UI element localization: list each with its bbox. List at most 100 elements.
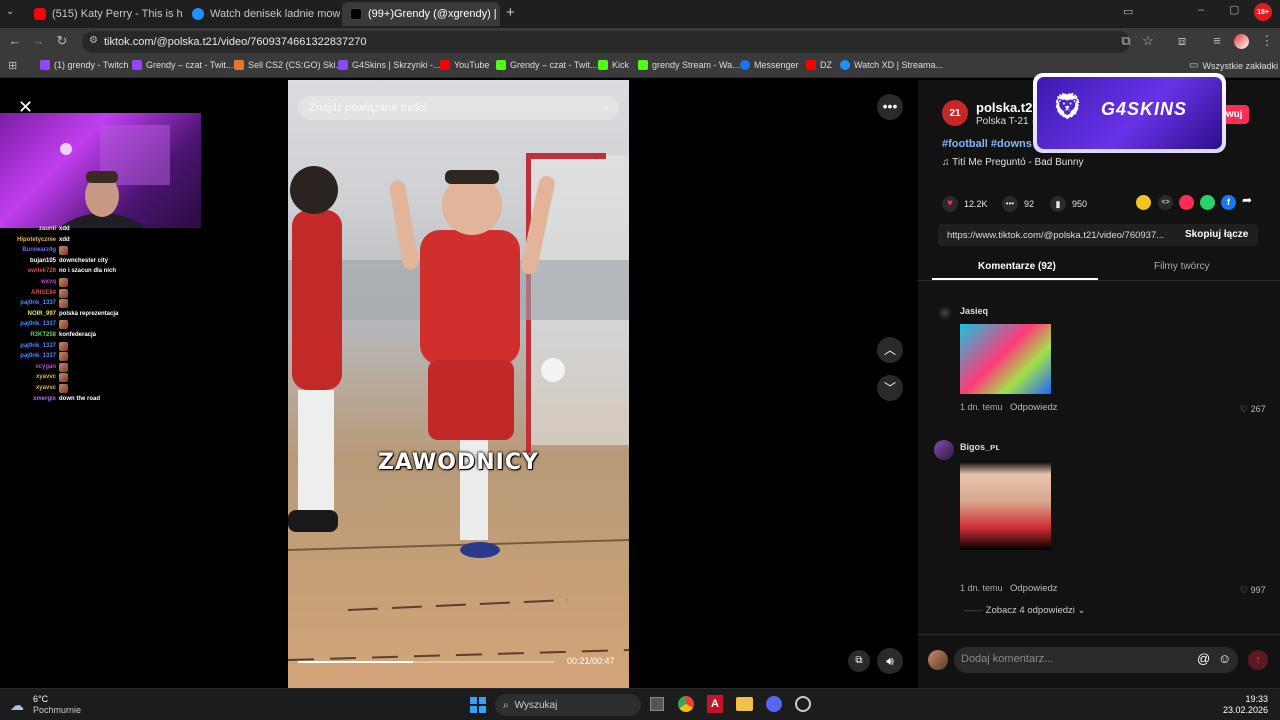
- chat-username[interactable]: bujan105: [0, 256, 59, 267]
- cloud-icon[interactable]: ☁: [10, 697, 24, 714]
- view-replies-button[interactable]: —— Zobacz 4 odpowiedzi ⌄: [964, 605, 1086, 616]
- task-view-icon[interactable]: [650, 697, 664, 711]
- emoji-icon[interactable]: ☺: [1218, 651, 1231, 666]
- comment-image[interactable]: [960, 461, 1051, 550]
- minimize-button[interactable]: –: [1198, 4, 1204, 16]
- author-name[interactable]: polska.t21: [976, 100, 1040, 115]
- weather-temp[interactable]: 6°C: [33, 694, 48, 704]
- chat-username[interactable]: paj0nk_1337: [0, 351, 59, 362]
- app-red-a-icon[interactable]: A: [707, 695, 723, 713]
- tab-creator-videos[interactable]: Filmy twórcy: [1154, 261, 1210, 272]
- bookmark-item[interactable]: (1) grendy - Twitch: [40, 60, 128, 70]
- next-video-button[interactable]: ﹀: [877, 375, 903, 401]
- chat-username[interactable]: R3KT258: [0, 330, 59, 341]
- chat-username[interactable]: paj0nk_1337: [0, 319, 59, 330]
- file-explorer-icon[interactable]: [736, 697, 753, 711]
- tab-search-icon[interactable]: ⌄: [6, 6, 14, 17]
- forward-icon[interactable]: →: [29, 33, 47, 48]
- music-row[interactable]: ♫ Tití Me Preguntó - Bad Bunny: [942, 157, 1083, 168]
- bookmark-item[interactable]: G4Skins | Skrzynki -...: [338, 60, 440, 70]
- bookmark-item[interactable]: Grendy – czat - Twit...: [496, 60, 597, 70]
- tab-katy-perry[interactable]: (515) Katy Perry - This is how w ✕: [26, 2, 182, 26]
- chat-username[interactable]: Hipotetycznie: [0, 235, 59, 246]
- reply-button[interactable]: Odpowiedz: [1010, 402, 1058, 413]
- comment-button[interactable]: ••• 92: [1002, 196, 1034, 212]
- chat-username[interactable]: xyavvc: [0, 372, 59, 383]
- reply-button[interactable]: Odpowiedz: [1010, 583, 1058, 594]
- tab-tiktok-grendy[interactable]: (99+)Grendy (@xgrendy) | 🔊︎ ✕: [342, 2, 500, 26]
- save-button[interactable]: ▮ 950: [1050, 196, 1087, 212]
- chat-username[interactable]: xmergix: [0, 394, 59, 405]
- whatsapp-icon[interactable]: [1200, 195, 1215, 210]
- chrome-icon[interactable]: [678, 696, 694, 712]
- volume-icon[interactable]: 🔊︎: [877, 648, 903, 674]
- bookmark-star-icon[interactable]: ☆: [1139, 33, 1157, 49]
- chat-username[interactable]: owilek728: [0, 266, 59, 277]
- clock-time[interactable]: 19:33: [1230, 694, 1268, 704]
- chat-username[interactable]: ARISE84: [0, 288, 59, 299]
- facebook-icon[interactable]: f: [1221, 195, 1236, 210]
- tab-comments[interactable]: Komentarze (92): [978, 261, 1056, 272]
- site-info-icon[interactable]: ⚙: [89, 35, 98, 46]
- chat-username[interactable]: paj0nk_1337: [0, 298, 59, 309]
- chat-username[interactable]: Buniwarz4g: [0, 245, 59, 256]
- tab-denisek[interactable]: Watch denisek ladnie mowi | St ✕: [184, 2, 340, 26]
- chat-username[interactable]: zaunii: [0, 224, 59, 235]
- like-button[interactable]: ♥ 12.2K: [942, 196, 988, 212]
- chat-username[interactable]: NOIR_997: [0, 309, 59, 320]
- windows-start-icon[interactable]: [470, 697, 486, 713]
- steam-icon[interactable]: [795, 696, 811, 712]
- progress-track[interactable]: [298, 661, 554, 663]
- comment-input[interactable]: Dodaj komentarz... @ ☺: [954, 647, 1238, 673]
- chat-username[interactable]: xcygan: [0, 362, 59, 373]
- reload-icon[interactable]: ↻: [53, 33, 71, 49]
- discord-icon[interactable]: [766, 696, 782, 712]
- media-controls-icon[interactable]: ≡: [1208, 33, 1226, 48]
- extensions-icon[interactable]: ⧈: [1173, 33, 1191, 49]
- clock-date[interactable]: 23.02.2026: [1218, 705, 1268, 715]
- author-avatar[interactable]: 21: [942, 100, 968, 126]
- bookmark-item[interactable]: Kick: [598, 60, 629, 70]
- comment-author[interactable]: Jasieq: [960, 306, 988, 316]
- share-icon[interactable]: ➦: [1242, 193, 1252, 207]
- bookmark-item[interactable]: Messenger: [740, 60, 799, 70]
- pip-icon[interactable]: ⧉: [848, 650, 870, 672]
- chat-username[interactable]: wxvq: [0, 277, 59, 288]
- weather-condition[interactable]: Pochmurnie: [33, 705, 81, 715]
- related-search-input[interactable]: Znajdź powiązane treści ⌕: [298, 96, 619, 120]
- embed-icon[interactable]: <>: [1158, 195, 1173, 210]
- back-icon[interactable]: ←: [6, 33, 24, 48]
- bookmark-item[interactable]: Grendy – czat - Twit...: [132, 60, 233, 70]
- coin-icon[interactable]: [1136, 195, 1151, 210]
- send-icon[interactable]: [1179, 195, 1194, 210]
- new-tab-button[interactable]: +: [506, 4, 515, 21]
- profile-avatar[interactable]: [1234, 34, 1249, 49]
- maximize-button[interactable]: ▢: [1229, 3, 1239, 16]
- apps-grid-icon[interactable]: ⊞: [8, 59, 17, 72]
- chat-username[interactable]: xyavvc: [0, 383, 59, 394]
- bookmark-item[interactable]: grendy Stream - Wa...: [638, 60, 740, 70]
- bookmark-item[interactable]: Sell CS2 (CS:GO) Ski...: [234, 60, 343, 70]
- copy-link-button[interactable]: Skopiuj łącze: [1185, 229, 1248, 240]
- video-player[interactable]: Znajdź powiązane treści ⌕ ZAWODNICY 00:2…: [288, 80, 629, 688]
- previous-video-button[interactable]: ︿: [877, 337, 903, 363]
- all-bookmarks-folder[interactable]: ▭ Wszystkie zakładki: [1189, 60, 1278, 71]
- address-bar[interactable]: ⚙ tiktok.com/@polska.t21/video/760937466…: [82, 31, 1130, 53]
- avatar[interactable]: [934, 440, 954, 460]
- mention-icon[interactable]: @: [1197, 651, 1210, 666]
- comment-author[interactable]: Bigos_ᴘʟ: [960, 442, 1000, 452]
- cast-icon[interactable]: ▭: [1123, 5, 1133, 18]
- bookmark-item[interactable]: Watch XD | Streama...: [840, 60, 943, 70]
- comment-like-count[interactable]: ♡ 267: [1240, 404, 1266, 415]
- video-link-text[interactable]: https://www.tiktok.com/@polska.t21/video…: [947, 230, 1164, 241]
- comment-like-count[interactable]: ♡ 997: [1240, 585, 1266, 596]
- more-options-button[interactable]: •••: [877, 94, 903, 120]
- bookmark-item[interactable]: YouTube: [440, 60, 489, 70]
- avatar[interactable]: [938, 306, 952, 320]
- chat-username[interactable]: paj0nk_1337: [0, 341, 59, 352]
- taskbar-search[interactable]: ⌕ Wyszukaj: [495, 694, 641, 716]
- install-app-icon[interactable]: ⧉: [1117, 33, 1135, 49]
- g4skins-ad-overlay[interactable]: 🦁︎ G4SKINS: [1033, 73, 1226, 153]
- search-icon[interactable]: ⌕: [602, 100, 609, 115]
- menu-icon[interactable]: ⋮: [1258, 33, 1276, 49]
